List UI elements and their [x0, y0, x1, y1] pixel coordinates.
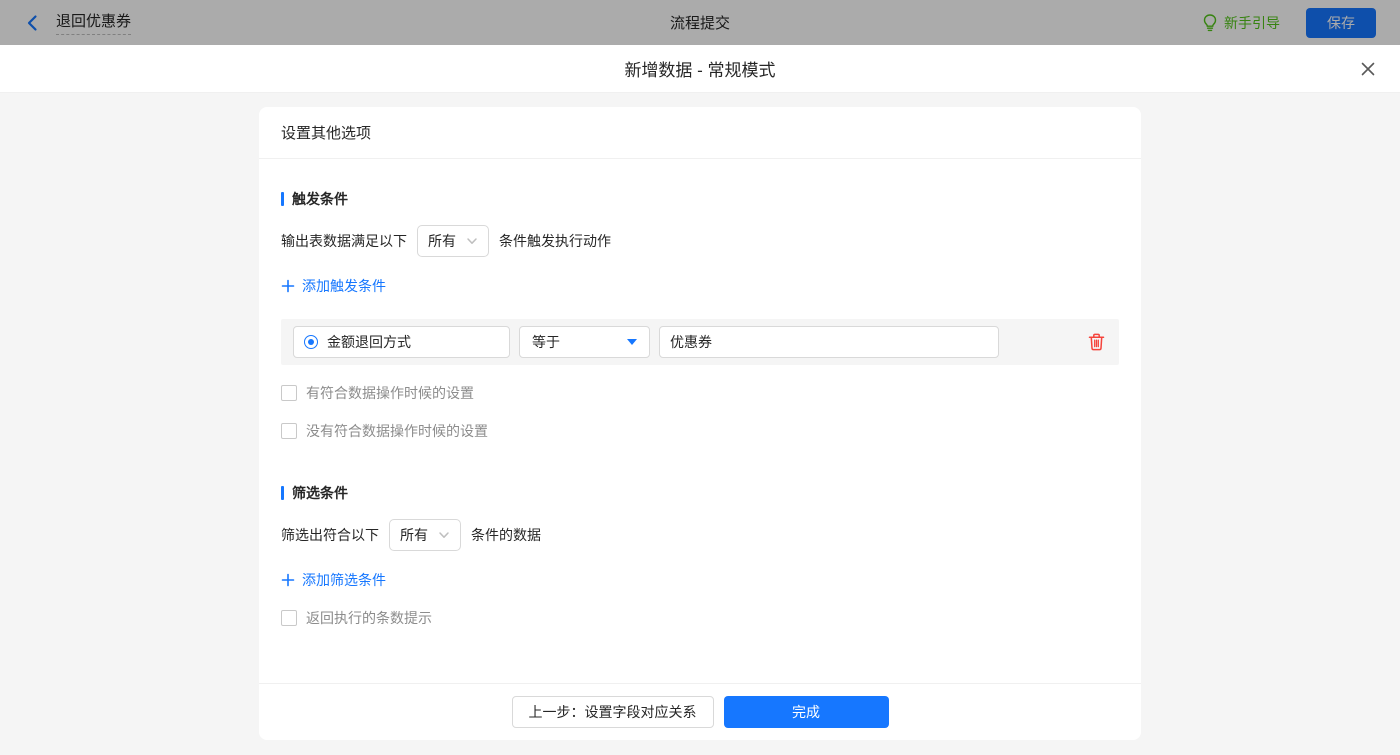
add-trigger-condition-link[interactable]: 添加触发条件 — [281, 276, 386, 296]
card-footer: 上一步：设置字段对应关系 完成 — [259, 683, 1141, 740]
topbar-right: 新手引导 保存 — [730, 8, 1376, 38]
save-button[interactable]: 保存 — [1306, 8, 1376, 38]
condition-value-input[interactable]: 优惠券 — [659, 326, 999, 358]
filter-sentence-suffix: 条件的数据 — [471, 525, 541, 545]
trigger-condition-row: 金额退回方式 等于 优惠券 — [281, 319, 1119, 365]
count-tip-row: 返回执行的条数提示 — [281, 608, 1119, 628]
plus-icon — [281, 573, 295, 587]
options-card: 设置其他选项 触发条件 输出表数据满足以下 所有 条件触发执行动作 — [259, 107, 1141, 740]
modal-header: 新增数据 - 常规模式 — [0, 45, 1400, 93]
condition-value-text: 优惠券 — [670, 332, 712, 352]
no-match-label: 没有符合数据操作时候的设置 — [306, 421, 488, 441]
count-tip-label: 返回执行的条数提示 — [306, 608, 432, 628]
filter-sentence-prefix: 筛选出符合以下 — [281, 525, 379, 545]
add-trigger-condition-label: 添加触发条件 — [302, 276, 386, 296]
no-match-checkbox[interactable] — [281, 423, 297, 439]
card-header-title: 设置其他选项 — [281, 122, 371, 143]
delete-condition-button[interactable] — [1088, 333, 1105, 351]
filter-match-mode-value: 所有 — [400, 525, 428, 545]
modal-title: 新增数据 - 常规模式 — [624, 56, 775, 81]
flow-name-label[interactable]: 退回优惠券 — [56, 10, 131, 35]
topbar: 退回优惠券 流程提交 新手引导 保存 — [0, 0, 1400, 45]
chevron-down-icon — [438, 529, 450, 541]
trigger-sentence-prefix: 输出表数据满足以下 — [281, 231, 407, 251]
plus-icon — [281, 279, 295, 293]
card-header: 设置其他选项 — [259, 107, 1141, 159]
beginner-guide-button[interactable]: 新手引导 — [1202, 13, 1280, 33]
add-filter-condition-label: 添加筛选条件 — [302, 570, 386, 590]
add-filter-condition-link[interactable]: 添加筛选条件 — [281, 570, 386, 590]
no-match-setting-row: 没有符合数据操作时候的设置 — [281, 421, 1119, 441]
trigger-match-mode-value: 所有 — [428, 231, 456, 251]
has-match-label: 有符合数据操作时候的设置 — [306, 383, 474, 403]
trigger-section-title: 触发条件 — [281, 189, 1119, 209]
radio-field-icon — [304, 335, 318, 349]
trigger-sentence-suffix: 条件触发执行动作 — [499, 231, 611, 251]
chevron-left-icon — [24, 14, 42, 32]
filter-section: 筛选条件 筛选出符合以下 所有 条件的数据 — [281, 483, 1119, 628]
condition-operator-select[interactable]: 等于 — [519, 326, 650, 358]
filter-match-mode-select[interactable]: 所有 — [389, 519, 461, 551]
close-button[interactable] — [1360, 61, 1376, 77]
has-match-setting-row: 有符合数据操作时候的设置 — [281, 383, 1119, 403]
filter-title-text: 筛选条件 — [292, 483, 348, 503]
done-button[interactable]: 完成 — [724, 696, 889, 728]
lightbulb-icon — [1202, 14, 1218, 32]
trigger-match-mode-select[interactable]: 所有 — [417, 225, 489, 257]
section-marker — [281, 192, 284, 206]
page-title: 流程提交 — [670, 12, 730, 33]
filter-match-sentence: 筛选出符合以下 所有 条件的数据 — [281, 519, 1119, 551]
condition-operator-value: 等于 — [532, 332, 560, 352]
filter-section-title: 筛选条件 — [281, 483, 1119, 503]
prev-step-button[interactable]: 上一步：设置字段对应关系 — [512, 696, 714, 728]
chevron-down-icon — [466, 235, 478, 247]
trigger-match-sentence: 输出表数据满足以下 所有 条件触发执行动作 — [281, 225, 1119, 257]
section-marker — [281, 486, 284, 500]
modal-body: 设置其他选项 触发条件 输出表数据满足以下 所有 条件触发执行动作 — [0, 93, 1400, 755]
back-button[interactable] — [24, 14, 42, 32]
count-tip-checkbox[interactable] — [281, 610, 297, 626]
condition-field-value: 金额退回方式 — [327, 332, 411, 352]
caret-down-icon — [627, 339, 637, 345]
trash-icon — [1088, 333, 1105, 351]
has-match-checkbox[interactable] — [281, 385, 297, 401]
close-icon — [1360, 61, 1376, 77]
topbar-left: 退回优惠券 — [24, 10, 670, 35]
condition-field-select[interactable]: 金额退回方式 — [293, 326, 510, 358]
trigger-title-text: 触发条件 — [292, 189, 348, 209]
guide-label: 新手引导 — [1224, 13, 1280, 33]
card-content: 触发条件 输出表数据满足以下 所有 条件触发执行动作 添加触发条件 — [259, 159, 1141, 683]
